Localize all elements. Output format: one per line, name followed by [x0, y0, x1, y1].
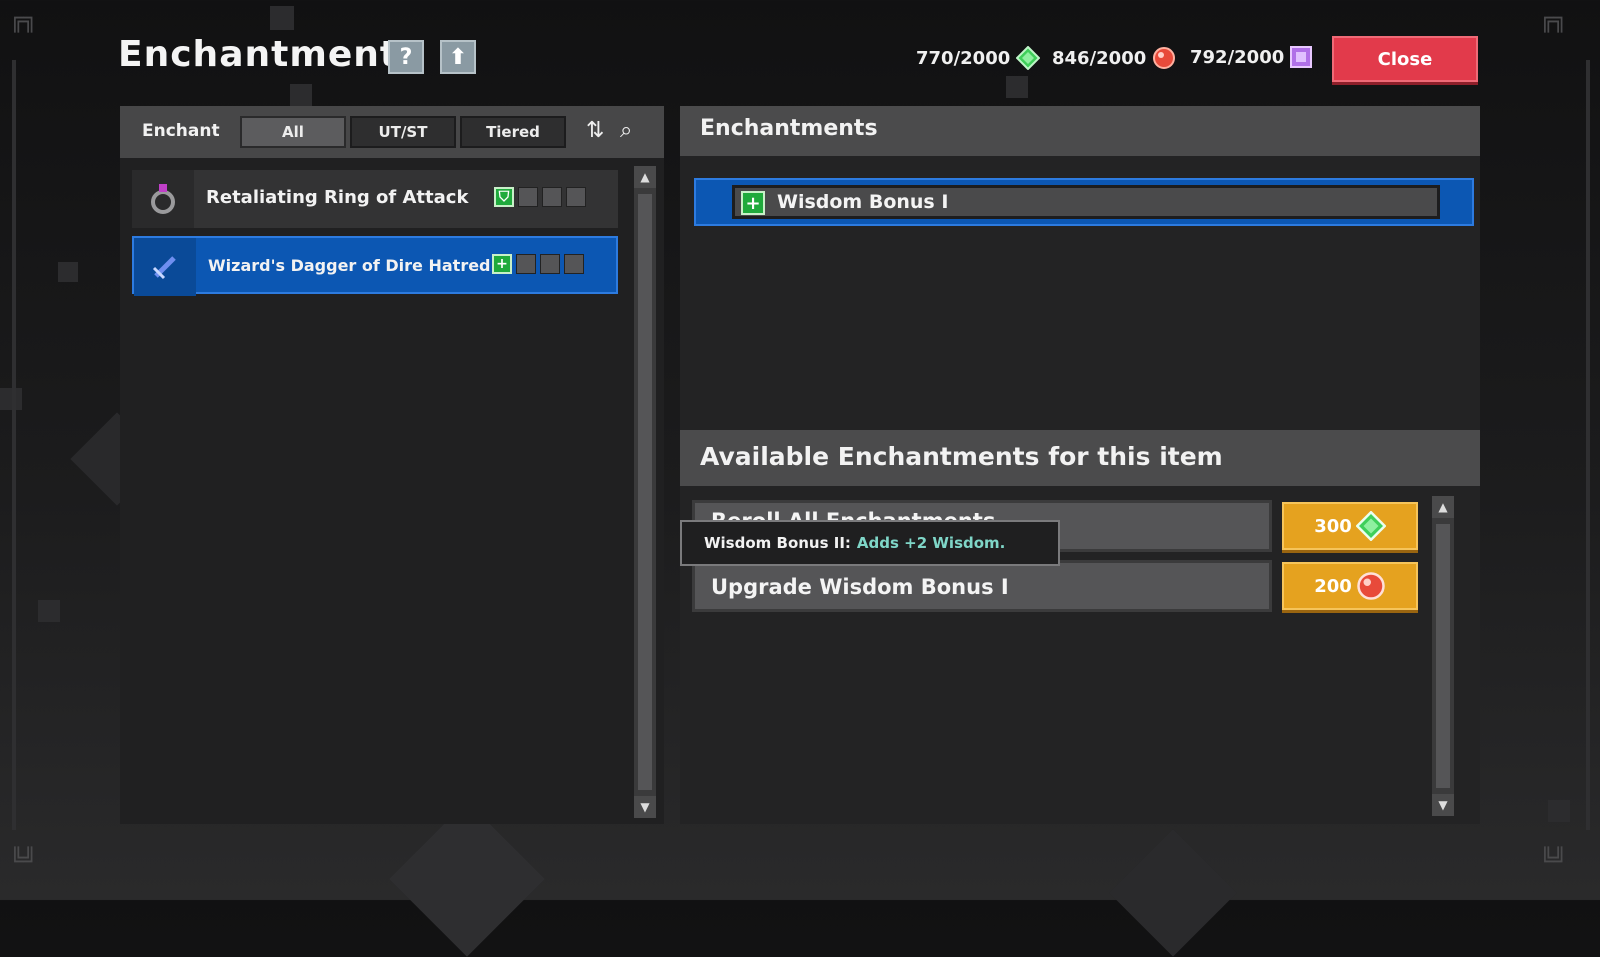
- tab-tiered[interactable]: Tiered: [460, 116, 566, 148]
- frame-corner-tr: ╔╗: [1540, 8, 1567, 33]
- purple-gem-icon: [1290, 46, 1313, 68]
- available-option[interactable]: Upgrade Wisdom Bonus I: [692, 560, 1272, 612]
- list-item-selected[interactable]: Wizard's Dagger of Dire Hatred +: [132, 236, 618, 296]
- empty-slot: [566, 187, 586, 207]
- tab-all[interactable]: All: [240, 116, 346, 148]
- red-gem-icon: [1153, 47, 1176, 69]
- currency-green-value: 770/2000: [916, 47, 1011, 69]
- ring-icon: [132, 170, 194, 228]
- frame-corner-br: ╚╝: [1540, 848, 1567, 873]
- frame-corner-bl: ╚╝: [10, 848, 37, 873]
- bg-diamond: [389, 801, 545, 957]
- help-button[interactable]: ?: [388, 40, 424, 74]
- enchantments-header: Enchantments: [680, 106, 1480, 156]
- scroll-down-icon[interactable]: ▼: [634, 796, 656, 818]
- frame-corner-tl: ╔╗: [10, 8, 37, 33]
- empty-slot: [540, 254, 560, 274]
- cost-button[interactable]: 200: [1282, 562, 1418, 610]
- currency-red-value: 846/2000: [1052, 47, 1147, 69]
- item-name: Retaliating Ring of Attack: [206, 187, 469, 208]
- upgrade-button[interactable]: ⬆: [440, 40, 476, 74]
- scroll-track[interactable]: [638, 194, 652, 790]
- item-name: Wizard's Dagger of Dire Hatred: [208, 256, 491, 275]
- tooltip-description: Adds +2 Wisdom.: [856, 534, 1006, 552]
- bg-pixel: [1548, 800, 1570, 822]
- currency-purple-value: 792/2000: [1190, 46, 1285, 68]
- dagger-icon: [134, 238, 196, 296]
- item-list-panel: Enchant All UT/ST Tiered ⇅ ⌕ Retaliating…: [120, 106, 664, 824]
- currency-purple: 792/2000: [1190, 46, 1313, 68]
- currency-green: 770/2000: [916, 46, 1041, 70]
- available-title: Available Enchantments for this item: [700, 442, 1223, 471]
- enchantments-title: Enchantments: [700, 116, 878, 141]
- empty-slot: [564, 254, 584, 274]
- item-list-scrollbar[interactable]: ▲ ▼: [634, 166, 656, 818]
- scroll-down-icon[interactable]: ▼: [1432, 794, 1454, 816]
- bg-pixel: [290, 84, 312, 106]
- cost-button[interactable]: 300: [1282, 502, 1418, 550]
- enchant-slots: +: [492, 254, 584, 274]
- cost-value: 300: [1314, 515, 1352, 537]
- page-title: Enchantments: [118, 34, 421, 75]
- available-scrollbar[interactable]: ▲ ▼: [1432, 496, 1454, 816]
- applied-enchantment-label: Wisdom Bonus I: [777, 191, 949, 213]
- enchant-slots: ⛉: [494, 187, 586, 207]
- green-gem-icon: [1016, 46, 1041, 70]
- red-gem-icon: [1357, 572, 1385, 600]
- bg-pixel: [270, 6, 294, 30]
- bg-pixel: [0, 388, 22, 410]
- cost-value: 200: [1314, 575, 1352, 597]
- applied-enchantment-box: + Wisdom Bonus I: [732, 185, 1440, 219]
- sort-icon[interactable]: ⇅: [586, 118, 604, 143]
- available-header: Available Enchantments for this item: [680, 430, 1480, 486]
- search-icon[interactable]: ⌕: [620, 118, 632, 143]
- enchantment-panel: Enchantments + Wisdom Bonus I Available …: [680, 106, 1480, 824]
- plus-icon: +: [741, 191, 765, 215]
- filter-bar: Enchant All UT/ST Tiered ⇅ ⌕: [120, 106, 664, 158]
- tab-ut-st[interactable]: UT/ST: [350, 116, 456, 148]
- bg-pixel: [38, 600, 60, 622]
- frame-line-left: [12, 60, 16, 830]
- tooltip-name: Wisdom Bonus II:: [704, 534, 851, 552]
- green-gem-icon: [1355, 511, 1386, 541]
- bg-diamond: [1109, 829, 1237, 957]
- available-option-label: Upgrade Wisdom Bonus I: [711, 575, 1009, 599]
- plus-slot-icon: +: [492, 254, 512, 274]
- bg-pixel: [1006, 76, 1028, 98]
- frame-line-right: [1586, 60, 1590, 830]
- empty-slot: [518, 187, 538, 207]
- empty-slot: [542, 187, 562, 207]
- scroll-up-icon[interactable]: ▲: [634, 166, 656, 188]
- shield-slot-icon: ⛉: [494, 187, 514, 207]
- applied-enchantment[interactable]: + Wisdom Bonus I: [694, 178, 1474, 226]
- question-icon: ?: [399, 44, 413, 70]
- close-button[interactable]: Close: [1332, 36, 1478, 82]
- arrow-up-icon: ⬆: [448, 44, 468, 70]
- empty-slot: [516, 254, 536, 274]
- scroll-up-icon[interactable]: ▲: [1432, 496, 1454, 518]
- currency-red: 846/2000: [1052, 46, 1176, 70]
- enchantment-tooltip: Wisdom Bonus II: Adds +2 Wisdom.: [680, 520, 1060, 566]
- scroll-track[interactable]: [1436, 524, 1450, 788]
- list-item[interactable]: Retaliating Ring of Attack ⛉: [132, 170, 618, 228]
- bg-pixel: [58, 262, 78, 282]
- filter-label: Enchant: [142, 121, 220, 141]
